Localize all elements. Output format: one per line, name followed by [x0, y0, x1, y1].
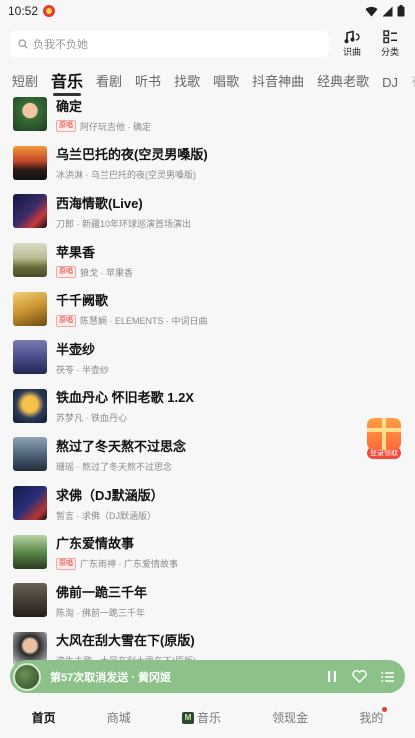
now-playing-title: 第57次取消发送 · 黄冈姬 — [50, 671, 172, 684]
song-row[interactable]: 半壶纱 茯苓 · 半壶纱 — [0, 333, 415, 382]
album-cover — [13, 437, 47, 472]
status-bar: 10:52 — [0, 0, 415, 22]
song-row[interactable]: 广东爱情故事 原唱 广东雨神 · 广东爱情故事 — [0, 527, 415, 576]
search-icon — [18, 39, 28, 49]
notification-dot — [382, 707, 388, 712]
album-cover — [13, 583, 47, 618]
nav-home-label: 首页 — [31, 711, 56, 725]
song-subtitle: 陈淘 · 佛前一跪三千年 — [56, 607, 145, 618]
category-button[interactable]: 分类 — [375, 30, 405, 58]
category-grid-icon — [382, 30, 397, 44]
song-title: 确定 — [56, 98, 83, 114]
search-input[interactable]: 负我不负她 — [10, 31, 329, 57]
song-row[interactable]: 确定 原唱 阿仔玩吉他 · 确定 — [0, 90, 415, 139]
song-title: 苹果香 — [56, 244, 96, 260]
search-placeholder: 负我不负她 — [33, 39, 88, 51]
album-cover — [13, 291, 47, 326]
nav-home[interactable]: 首页 — [32, 709, 56, 726]
album-cover — [13, 340, 47, 375]
song-title: 铁血丹心 怀旧老歌 1.2X — [56, 390, 194, 406]
song-subtitle: 珊瑶 · 熬过了冬天熬不过思念 — [56, 461, 172, 472]
nav-mall[interactable]: 商城 — [107, 709, 131, 726]
music-recognize-button[interactable]: 识曲 — [337, 30, 367, 58]
pause-icon[interactable] — [326, 670, 338, 683]
song-row[interactable]: 熬过了冬天熬不过思念 珊瑶 · 熬过了冬天熬不过思念 — [0, 430, 415, 479]
nav-mall-label: 商城 — [106, 711, 131, 725]
album-cover — [13, 145, 47, 180]
bottom-nav: 首页 商城 M 音乐 领现金 我的 — [0, 697, 415, 738]
song-title: 广东爱情故事 — [56, 536, 135, 552]
album-cover — [13, 388, 47, 423]
gift-icon — [367, 418, 401, 450]
nav-music[interactable]: M 音乐 — [181, 709, 221, 726]
original-badge: 原唱 — [56, 120, 76, 133]
song-row[interactable]: 佛前一跪三千年 陈淘 · 佛前一跪三千年 — [0, 576, 415, 625]
music-recognize-icon — [344, 30, 360, 44]
song-title: 佛前一跪三千年 — [56, 584, 148, 600]
song-title: 乌兰巴托的夜(空灵男嗓版) — [56, 147, 208, 163]
original-badge: 原唱 — [56, 557, 76, 570]
song-row[interactable]: 苹果香 原唱 狼戈 · 苹果香 — [0, 236, 415, 285]
song-subtitle: 暂言 · 求佛（DJ默涵版） — [56, 510, 156, 521]
login-reward-float[interactable]: 登录领取 — [361, 418, 407, 464]
song-subtitle: 狼戈 · 苹果香 — [80, 267, 133, 278]
playlist-icon[interactable] — [381, 671, 395, 683]
song-row[interactable]: 乌兰巴托的夜(空灵男嗓版) 冰洪淋 · 乌兰巴托的夜(空灵男嗓版) — [0, 139, 415, 188]
song-title: 西海情歌(Live) — [56, 195, 143, 211]
cellular-signal-icon — [382, 6, 393, 16]
song-subtitle: 苏梦凡 · 铁血丹心 — [56, 413, 127, 424]
nav-earn-cash-label: 领现金 — [272, 711, 309, 725]
album-cover — [13, 486, 47, 521]
original-badge: 原唱 — [56, 266, 76, 279]
music-recognize-label: 识曲 — [342, 47, 361, 57]
song-subtitle: 冰洪淋 · 乌兰巴托的夜(空灵男嗓版) — [56, 170, 196, 181]
album-cover — [13, 243, 47, 278]
song-row[interactable]: 千千阙歌 原唱 陈慧娴 · ELEMENTS · 中词日曲 — [0, 284, 415, 333]
album-cover — [13, 534, 47, 569]
song-subtitle: 茯苓 · 半壶纱 — [56, 364, 109, 375]
song-title: 熬过了冬天熬不过思念 — [56, 438, 187, 454]
song-subtitle: 广东雨神 · 广东爱情故事 — [80, 559, 178, 570]
heart-icon[interactable] — [352, 670, 367, 683]
notification-icon — [43, 5, 56, 17]
song-row[interactable]: 铁血丹心 怀旧老歌 1.2X 苏梦凡 · 铁血丹心 — [0, 382, 415, 431]
original-badge: 原唱 — [56, 314, 76, 327]
song-row[interactable]: 西海情歌(Live) 刀郎 · 新疆10年环球巡演首场演出 — [0, 187, 415, 236]
battery-icon — [397, 5, 405, 17]
song-subtitle: 陈慧娴 · ELEMENTS · 中词日曲 — [80, 316, 208, 327]
nav-music-label: 音乐 — [196, 711, 221, 725]
song-title: 大风在刮大雪在下(原版) — [56, 633, 195, 649]
now-playing-cover — [13, 662, 41, 691]
nav-earn-cash[interactable]: 领现金 — [272, 709, 308, 726]
song-title: 千千阙歌 — [56, 293, 109, 309]
category-label: 分类 — [380, 47, 399, 57]
song-row[interactable]: 求佛（DJ默涵版） 暂言 · 求佛（DJ默涵版） — [0, 479, 415, 528]
nav-profile-label: 我的 — [359, 711, 384, 725]
status-time: 10:52 — [8, 4, 39, 18]
song-title: 求佛（DJ默涵版） — [56, 487, 164, 503]
song-subtitle: 阿仔玩吉他 · 确定 — [80, 121, 151, 132]
song-title: 半壶纱 — [56, 341, 96, 357]
album-cover — [13, 97, 47, 132]
search-row: 负我不负她 识曲 分类 — [0, 22, 415, 62]
song-list: 确定 原唱 阿仔玩吉他 · 确定 乌兰巴托的夜(空灵男嗓版) 冰洪淋 · 乌兰巴托… — [0, 90, 415, 673]
song-subtitle: 刀郎 · 新疆10年环球巡演首场演出 — [56, 218, 192, 229]
mini-player[interactable]: 第57次取消发送 · 黄冈姬 — [10, 660, 405, 693]
album-cover — [13, 194, 47, 229]
wifi-icon — [365, 6, 378, 17]
nav-profile[interactable]: 我的 — [359, 707, 388, 726]
music-app-icon: M — [181, 711, 194, 724]
